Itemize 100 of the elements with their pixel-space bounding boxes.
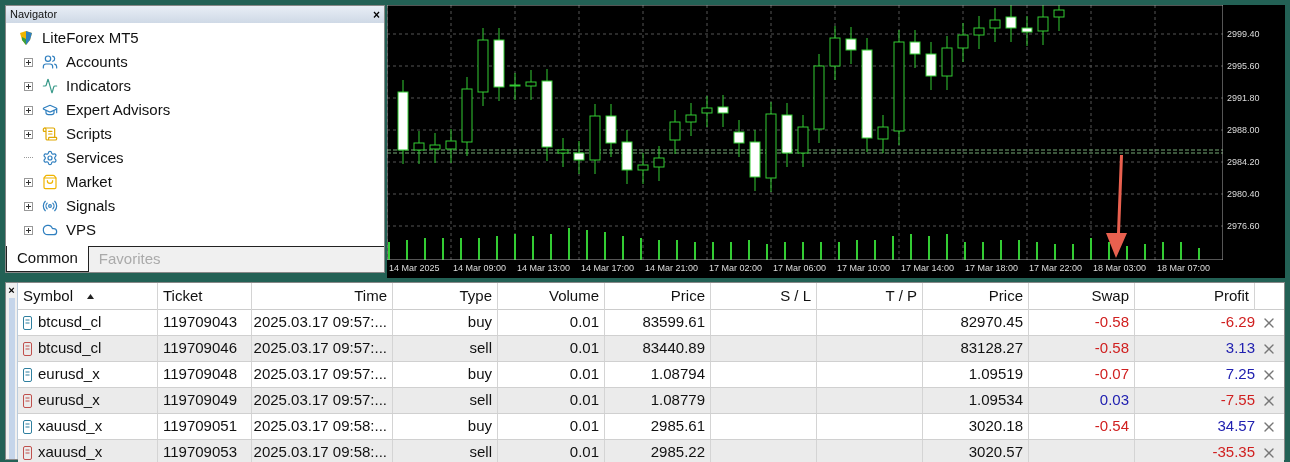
tree-item[interactable]: Indicators <box>66 74 132 98</box>
table-cell: sell <box>393 336 498 361</box>
table-cell: 83440.89 <box>605 336 711 361</box>
line-chart-icon <box>42 78 58 94</box>
table-cell: 3020.57 <box>923 440 1029 462</box>
tree-item[interactable]: VPS <box>66 218 96 242</box>
candle <box>621 129 633 185</box>
candle <box>957 22 969 63</box>
price-axis-label: 2988.00 <box>1227 124 1260 137</box>
candle <box>589 103 601 175</box>
table-cell: sell <box>393 388 498 413</box>
logo-icon <box>18 30 34 46</box>
table-cell: 2025.03.17 09:57:... <box>252 310 393 335</box>
symbol-text: xauusd_x <box>38 442 103 462</box>
expand-icon[interactable] <box>24 81 33 91</box>
gear-icon <box>42 150 58 166</box>
table-row[interactable]: xauusd_x 119709053 2025.03.17 09:58:... sell 0.01 2985.22 3020.57 -35.35 <box>18 440 1284 462</box>
time-axis-label: 17 Mar 06:00 <box>773 262 827 275</box>
candle <box>845 26 857 65</box>
table-cell: 0.01 <box>498 388 605 413</box>
table-row[interactable]: eurusd_x 119709048 2025.03.17 09:57:... buy 0.01 1.08794 1.09519 -0.07 7.25 <box>18 362 1284 388</box>
candle <box>637 152 649 185</box>
close-button[interactable]: × <box>373 8 380 21</box>
price-axis-label: 2976.60 <box>1227 220 1260 233</box>
table-cell: 0.01 <box>498 414 605 439</box>
expand-icon[interactable] <box>24 129 33 139</box>
symbol-text: eurusd_x <box>38 364 100 385</box>
table-cell: 2025.03.17 09:58:... <box>252 440 393 462</box>
table-cell: 2025.03.17 09:57:... <box>252 336 393 361</box>
tree-item[interactable]: Expert Advisors <box>66 98 171 122</box>
table-cell: 2025.03.17 09:58:... <box>252 414 393 439</box>
table-cell: 83599.61 <box>605 310 711 335</box>
table-row[interactable]: btcusd_cl 119709043 2025.03.17 09:57:... buy 0.01 83599.61 82970.45 -0.58 -6.29 <box>18 310 1284 336</box>
tree-item[interactable]: Accounts <box>66 50 128 74</box>
table-cell: buy <box>393 310 498 335</box>
candle <box>445 128 457 164</box>
tree-root-label[interactable]: LiteForex MT5 <box>42 26 139 50</box>
table-cell: 3020.18 <box>923 414 1029 439</box>
profit-value: -35.35 <box>1212 442 1255 462</box>
symbol-text: xauusd_x <box>38 416 103 437</box>
time-axis-label: 17 Mar 22:00 <box>1029 262 1083 275</box>
table-cell: 119709051 <box>158 414 252 439</box>
candle <box>877 114 889 154</box>
profit-value: 34.57 <box>1217 416 1255 437</box>
graduation-cap-icon <box>42 102 58 118</box>
table-cell: 0.01 <box>498 310 605 335</box>
close-button[interactable]: × <box>8 285 15 296</box>
expand-icon[interactable] <box>24 225 33 235</box>
candle <box>1021 15 1033 47</box>
table-cell: -0.54 <box>1029 414 1135 439</box>
tree-item[interactable]: Scripts <box>66 122 112 146</box>
expand-icon[interactable] <box>24 57 33 67</box>
tree-item[interactable]: Signals <box>66 194 116 218</box>
candle <box>669 109 681 155</box>
profit-value: -7.55 <box>1220 390 1255 411</box>
candle <box>941 35 953 91</box>
profit-value: 3.13 <box>1225 338 1255 359</box>
cloud-icon <box>42 222 58 238</box>
table-cell: 83128.27 <box>923 336 1029 361</box>
time-axis-label: 17 Mar 02:00 <box>709 262 763 275</box>
price-axis-label: 2999.40 <box>1227 28 1260 41</box>
tree-item[interactable]: Services <box>66 146 124 170</box>
time-axis-label: 17 Mar 18:00 <box>965 262 1019 275</box>
table-cell: 0.01 <box>498 440 605 462</box>
candle <box>829 25 841 81</box>
time-axis-label: 14 Mar 17:00 <box>581 262 635 275</box>
candle <box>557 137 569 168</box>
candle <box>573 140 585 175</box>
candle <box>733 119 745 158</box>
scroll-icon <box>42 126 58 142</box>
table-cell: 119709043 <box>158 310 252 335</box>
tree-item[interactable]: Market <box>66 170 112 194</box>
table-cell: 119709049 <box>158 388 252 413</box>
table-row[interactable]: btcusd_cl 119709046 2025.03.17 09:57:... sell 0.01 83440.89 83128.27 -0.58 3.13 <box>18 336 1284 362</box>
table-row[interactable]: eurusd_x 119709049 2025.03.17 09:57:... sell 0.01 1.08779 1.09534 0.03 -7.55 <box>18 388 1284 414</box>
table-cell: -0.58 <box>1029 310 1135 335</box>
profit-value: -6.29 <box>1220 312 1255 333</box>
symbol-text: btcusd_cl <box>38 312 102 333</box>
expand-icon[interactable] <box>24 177 33 187</box>
table-row[interactable]: xauusd_x 119709051 2025.03.17 09:58:... buy 0.01 2985.61 3020.18 -0.54 34.57 <box>18 414 1284 440</box>
price-axis-label: 2980.40 <box>1227 188 1260 201</box>
time-axis-label: 14 Mar 09:00 <box>453 262 507 275</box>
candle <box>509 72 521 101</box>
tab[interactable]: Common <box>6 246 89 272</box>
candle <box>925 41 937 91</box>
expand-icon[interactable] <box>24 201 33 211</box>
candle <box>749 129 761 192</box>
table-cell: 2025.03.17 09:57:... <box>252 362 393 387</box>
candle <box>605 103 617 158</box>
price-axis-label: 2991.80 <box>1227 92 1260 105</box>
signal-icon <box>42 198 58 214</box>
candle <box>525 69 537 101</box>
table-cell: 0.01 <box>498 336 605 361</box>
time-axis-label: 18 Mar 07:00 <box>1157 262 1211 275</box>
table-cell: -0.07 <box>1029 362 1135 387</box>
table-cell: buy <box>393 414 498 439</box>
expand-icon[interactable] <box>24 105 33 115</box>
candle <box>685 102 697 137</box>
symbol-text: eurusd_x <box>38 390 100 411</box>
candle <box>701 95 713 128</box>
